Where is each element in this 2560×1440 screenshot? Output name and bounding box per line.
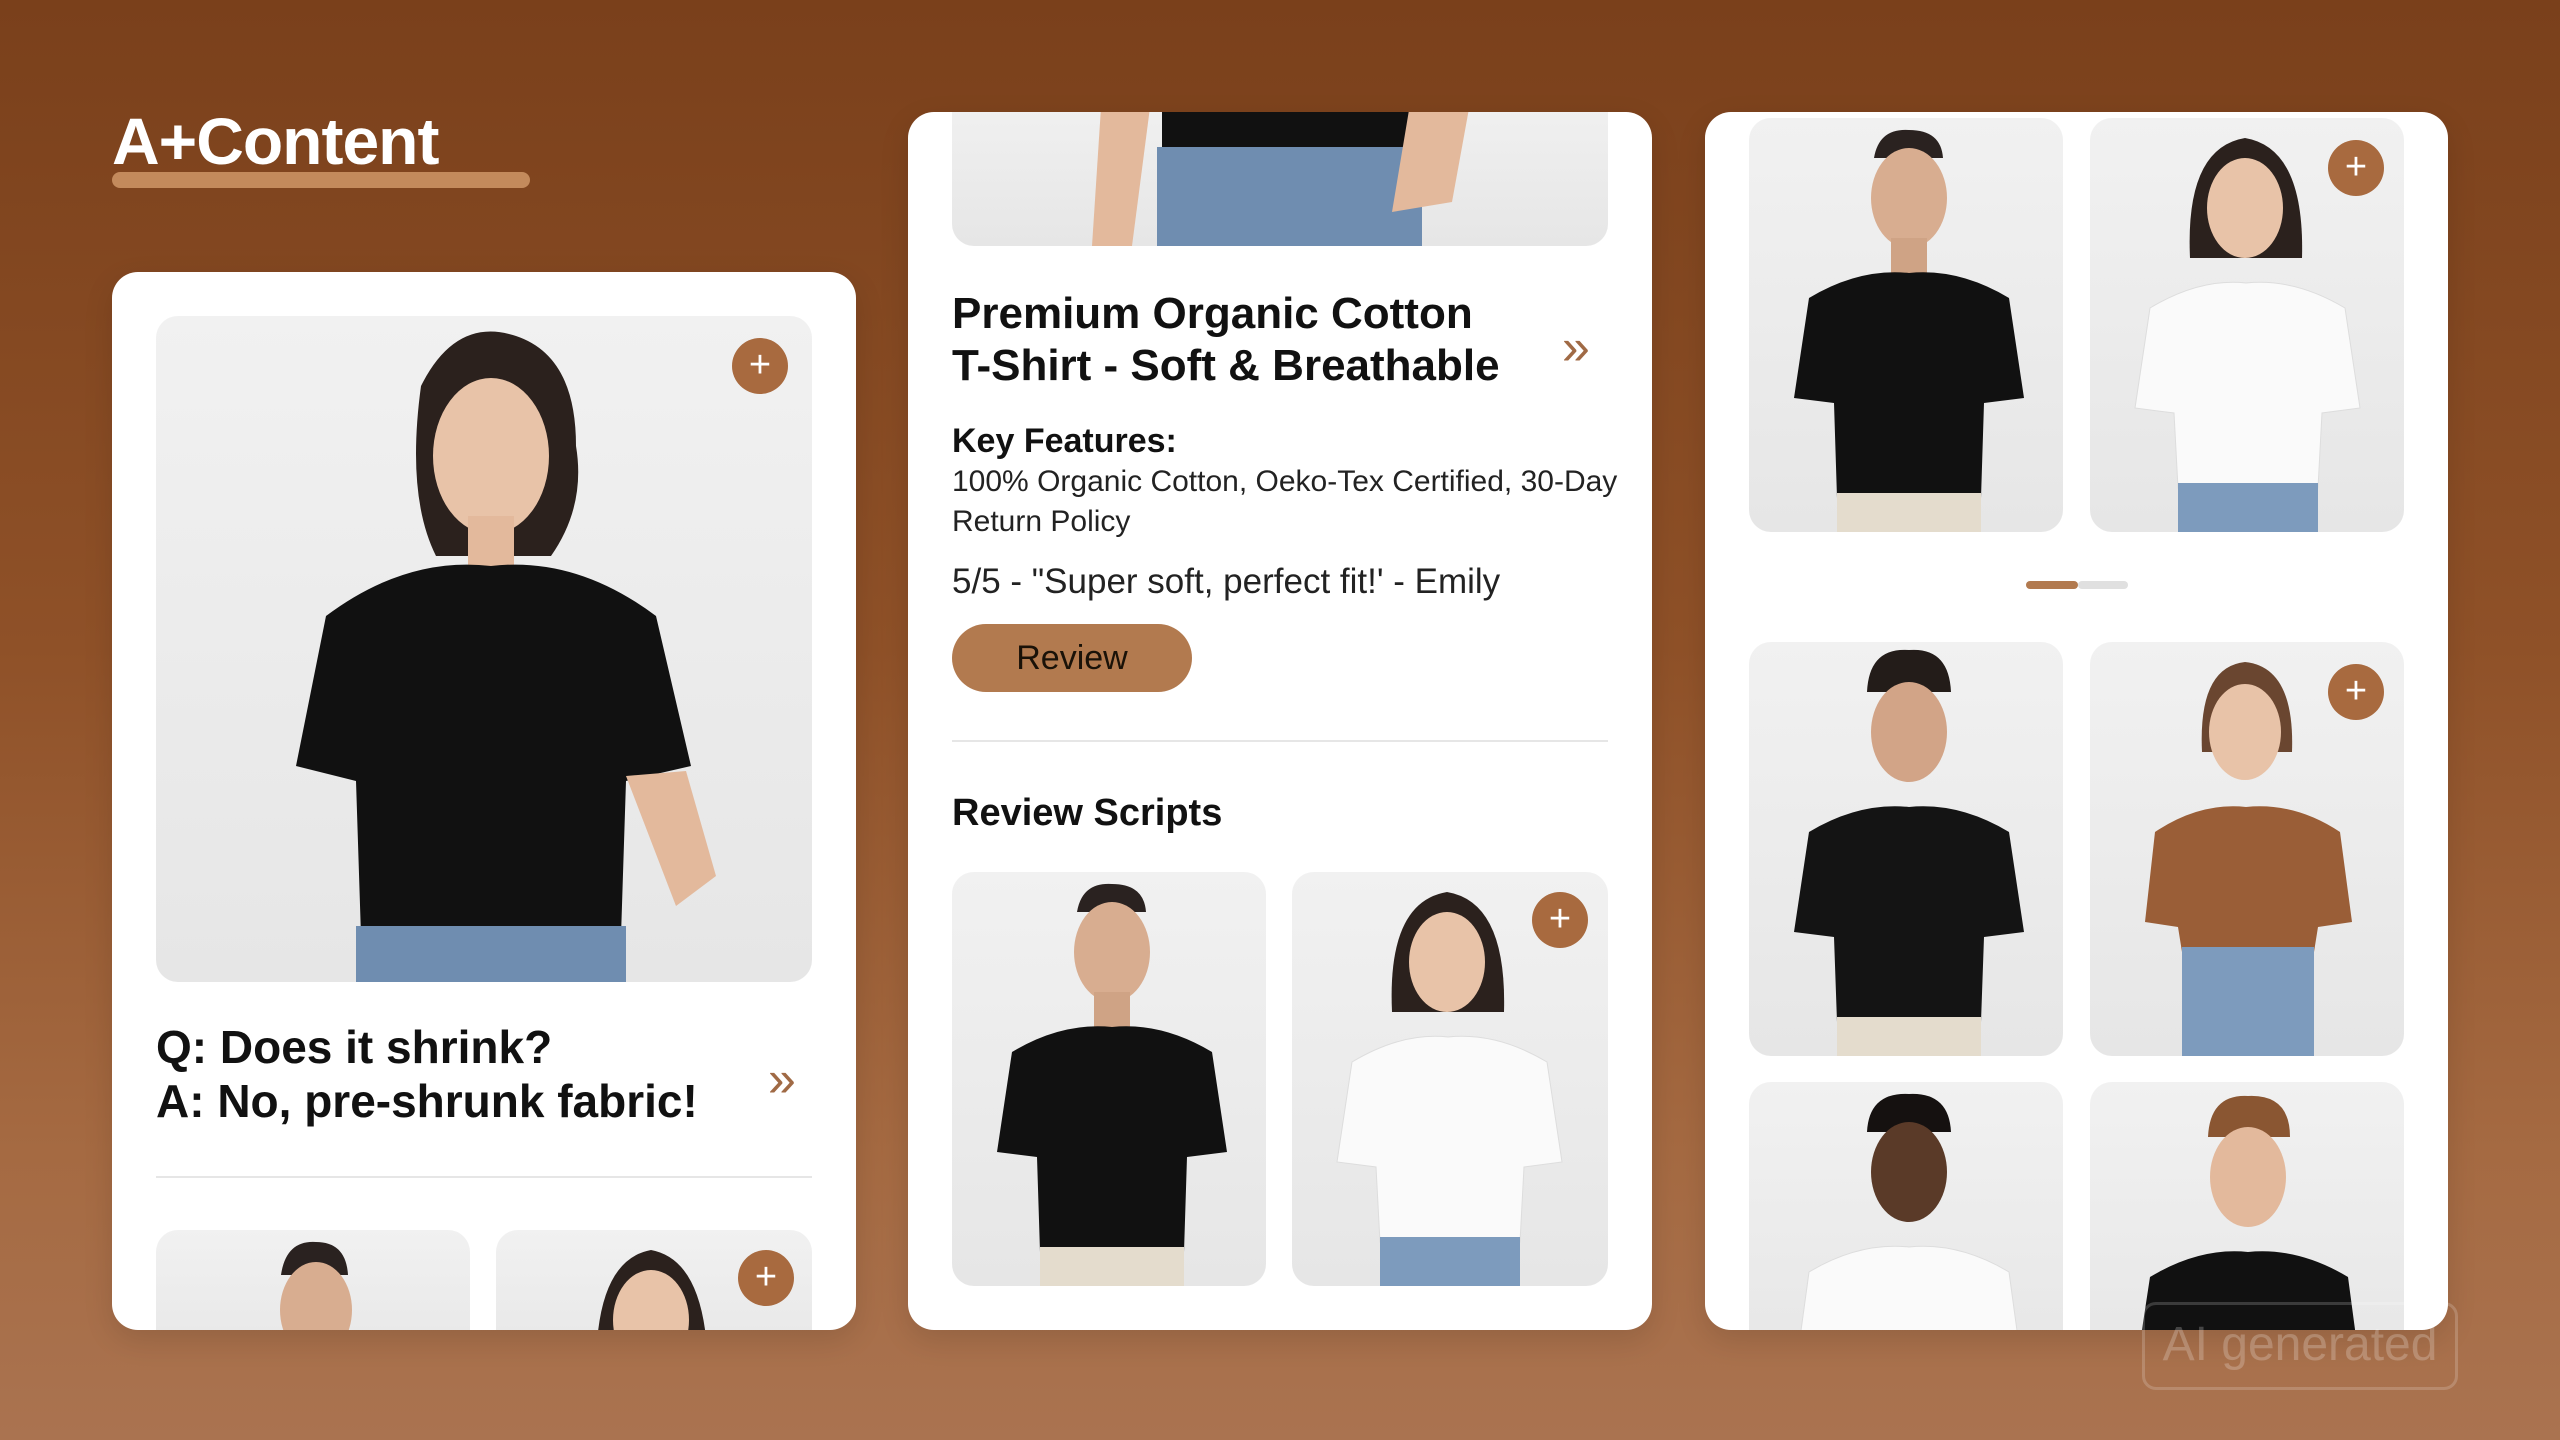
logo-text: A+Content <box>112 104 439 178</box>
ai-generated-watermark: AI generated <box>2142 1302 2458 1390</box>
review-scripts-heading: Review Scripts <box>952 792 1223 834</box>
gallery-man-black-tee[interactable] <box>1749 118 2063 532</box>
carousel-indicator-active[interactable] <box>2026 581 2078 589</box>
faq-answer: A: No, pre-shrunk fabric! <box>156 1075 698 1127</box>
product-title-line1: Premium Organic Cotton <box>952 289 1473 338</box>
key-features-line2: Return Policy <box>952 505 1131 538</box>
review-quote: 5/5 - "Super soft, perfect fit!' - Emily <box>952 562 1501 601</box>
product-detail-card: Premium Organic Cotton T-Shirt - Soft & … <box>908 112 1652 1330</box>
key-features-label: Key Features: <box>952 422 1177 460</box>
gallery-man-white-tee[interactable] <box>1749 1082 2063 1330</box>
model-illustration <box>296 331 716 982</box>
review-photo-woman-white-tee[interactable]: + <box>1292 872 1608 1286</box>
key-features-line1: 100% Organic Cotton, Oeko-Tex Certified,… <box>952 465 1618 498</box>
thumbnail-man[interactable] <box>156 1230 470 1330</box>
carousel-indicator-track[interactable] <box>2078 581 2128 589</box>
carousel-indicator[interactable] <box>2026 581 2128 589</box>
plus-icon[interactable]: + <box>732 338 788 394</box>
divider <box>952 740 1608 742</box>
thumbnail-woman[interactable]: + <box>496 1230 812 1330</box>
product-gallery-card: + + <box>1705 112 2448 1330</box>
faq-card: + Q: Does it shrink? A: No, pre-shrunk f… <box>112 272 856 1330</box>
review-photo-man-black-tee[interactable] <box>952 872 1266 1286</box>
review-button[interactable]: Review <box>952 624 1192 692</box>
gallery-woman-brown-tee[interactable]: + <box>2090 642 2404 1056</box>
gallery-woman-white-tee[interactable]: + <box>2090 118 2404 532</box>
product-photo-crop <box>952 112 1608 246</box>
plus-icon[interactable]: + <box>1532 892 1588 948</box>
divider <box>156 1176 812 1178</box>
double-chevron-right-icon[interactable]: » <box>1562 322 1590 372</box>
plus-icon[interactable]: + <box>738 1250 794 1306</box>
brand-logo: A+Content <box>112 104 530 188</box>
faq-question: Q: Does it shrink? <box>156 1021 553 1073</box>
gallery-man-brown-hair-black-tee[interactable] <box>2090 1082 2404 1330</box>
gallery-man-curly-black-tee[interactable] <box>1749 642 2063 1056</box>
plus-icon[interactable]: + <box>2328 140 2384 196</box>
logo-underline <box>112 172 530 188</box>
double-chevron-right-icon[interactable]: » <box>768 1054 796 1104</box>
product-photo-woman-black-tee: + <box>156 316 812 982</box>
plus-icon[interactable]: + <box>2328 664 2384 720</box>
product-title-line2: T-Shirt - Soft & Breathable <box>952 341 1500 390</box>
